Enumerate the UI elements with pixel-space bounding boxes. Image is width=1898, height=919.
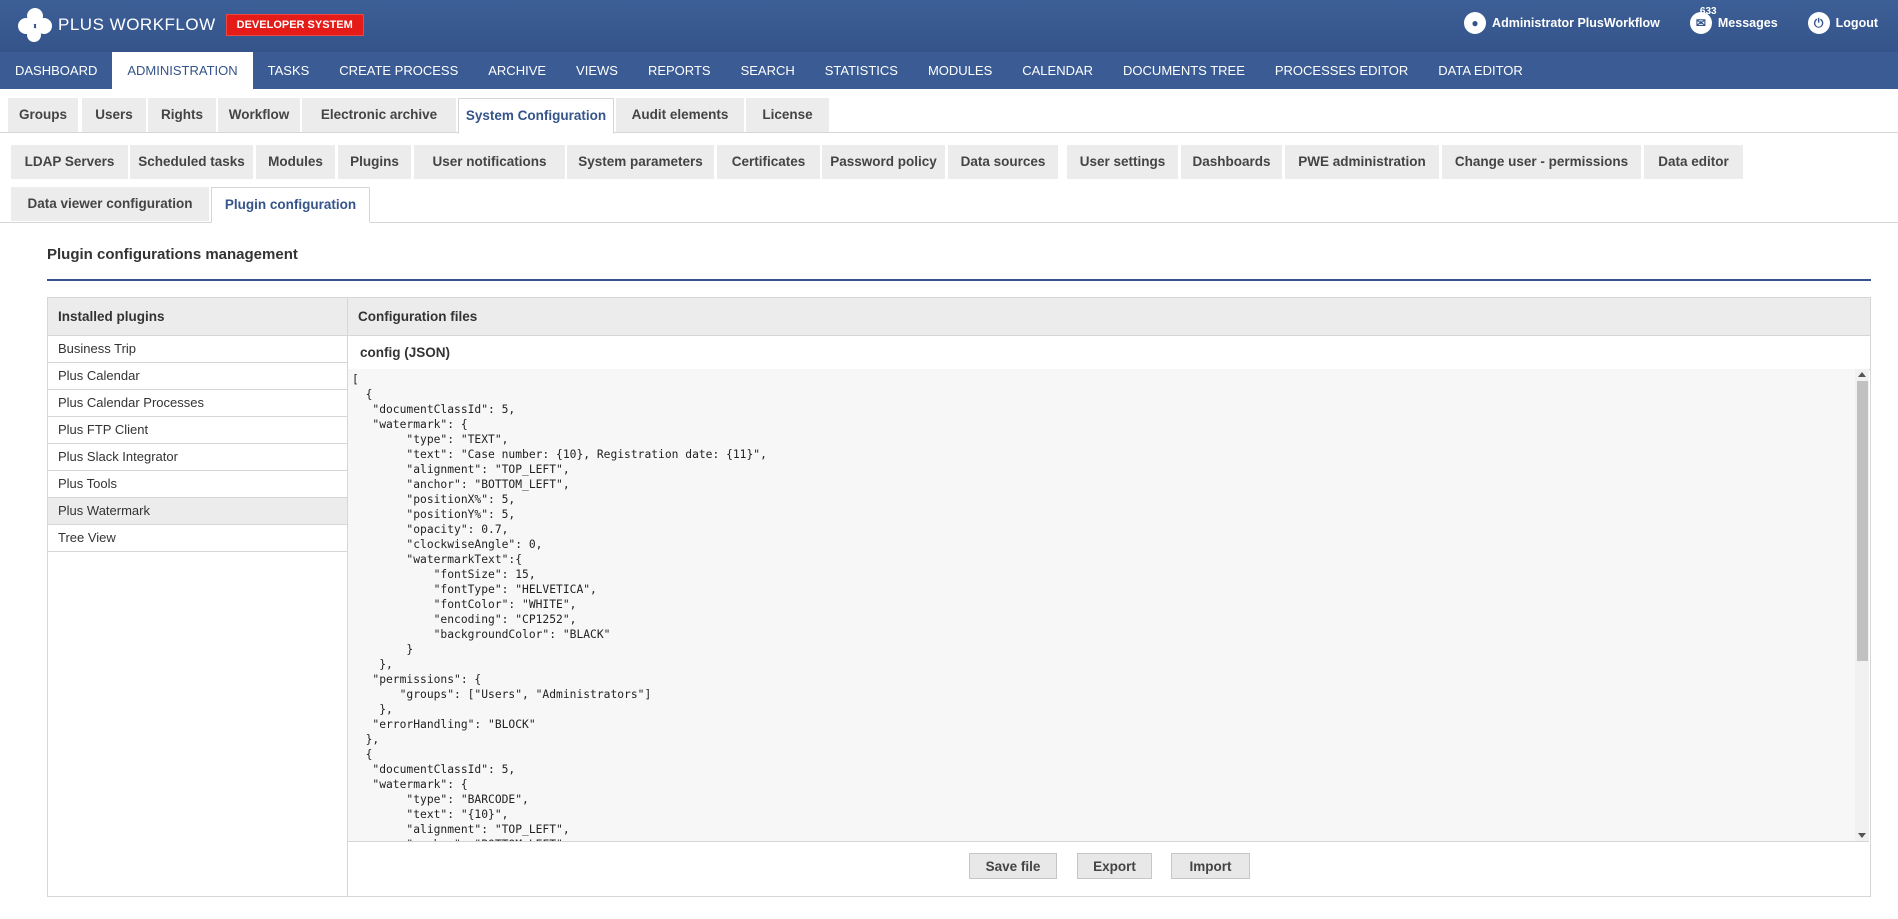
tab-groups[interactable]: Groups bbox=[8, 98, 78, 132]
tab-user-settings[interactable]: User settings bbox=[1067, 145, 1178, 179]
plugin-item-plus-ftp-client[interactable]: Plus FTP Client bbox=[48, 417, 347, 444]
user-icon: ● bbox=[1464, 12, 1487, 34]
tab-plugin-configuration[interactable]: Plugin configuration bbox=[211, 187, 370, 223]
tab-user-notifications[interactable]: User notifications bbox=[414, 145, 565, 179]
logout-label: Logout bbox=[1835, 16, 1878, 30]
config-file-label: config (JSON) bbox=[348, 336, 1870, 370]
plugin-item-plus-calendar[interactable]: Plus Calendar bbox=[48, 363, 347, 390]
messages-label: Messages bbox=[1717, 16, 1778, 30]
nav-search[interactable]: SEARCH bbox=[726, 52, 810, 89]
tab-users[interactable]: Users bbox=[82, 98, 146, 132]
plugin-item-plus-slack-integrator[interactable]: Plus Slack Integrator bbox=[48, 444, 347, 471]
save-file-button[interactable]: Save file bbox=[969, 853, 1057, 879]
nav-dashboard[interactable]: DASHBOARD bbox=[0, 52, 112, 89]
file-actions: Save file Export Import bbox=[348, 841, 1869, 897]
nav-create-process[interactable]: CREATE PROCESS bbox=[324, 52, 473, 89]
messages-link[interactable]: ✉ 633 Messages bbox=[1689, 6, 1778, 34]
tab-ldap-servers[interactable]: LDAP Servers bbox=[11, 145, 128, 179]
nav-tasks[interactable]: TASKS bbox=[253, 52, 325, 89]
tab-workflow[interactable]: Workflow bbox=[218, 98, 300, 132]
plugin-item-plus-watermark[interactable]: Plus Watermark bbox=[48, 498, 347, 525]
tab-change-user-permissions[interactable]: Change user - permissions bbox=[1442, 145, 1641, 179]
tab-electronic-archive[interactable]: Electronic archive bbox=[302, 98, 456, 132]
scroll-down-arrow-icon[interactable] bbox=[1858, 833, 1866, 838]
tab-rights[interactable]: Rights bbox=[148, 98, 216, 132]
nav-data-editor[interactable]: DATA EDITOR bbox=[1423, 52, 1538, 89]
power-icon: ⏻ bbox=[1807, 12, 1830, 34]
nav-statistics[interactable]: STATISTICS bbox=[810, 52, 913, 89]
nav-processes-editor[interactable]: PROCESSES EDITOR bbox=[1260, 52, 1423, 89]
brand-name: PLUS WORKFLOW bbox=[58, 15, 216, 34]
installed-plugins-header: Installed plugins bbox=[48, 298, 347, 336]
logo[interactable]: PLUS WORKFLOW DEVELOPER SYSTEM bbox=[18, 8, 364, 42]
tab-dashboards[interactable]: Dashboards bbox=[1181, 145, 1282, 179]
user-menu[interactable]: ● Administrator PlusWorkflow bbox=[1464, 12, 1660, 34]
export-button[interactable]: Export bbox=[1077, 853, 1152, 879]
tab-certificates[interactable]: Certificates bbox=[717, 145, 820, 179]
plugin-item-plus-tools[interactable]: Plus Tools bbox=[48, 471, 347, 498]
nav-views[interactable]: VIEWS bbox=[561, 52, 633, 89]
tab-system-configuration[interactable]: System Configuration bbox=[458, 98, 614, 134]
plugin-item-plus-calendar-processes[interactable]: Plus Calendar Processes bbox=[48, 390, 347, 417]
installed-plugins-panel: Installed plugins Business Trip Plus Cale… bbox=[47, 297, 348, 897]
nav-modules[interactable]: MODULES bbox=[913, 52, 1007, 89]
user-name: Administrator PlusWorkflow bbox=[1492, 16, 1660, 30]
tab-system-parameters[interactable]: System parameters bbox=[567, 145, 714, 179]
import-button[interactable]: Import bbox=[1171, 853, 1250, 879]
plugin-item-tree-view[interactable]: Tree View bbox=[48, 525, 347, 552]
config-json-text[interactable]: [ { "documentClassId": 5, "watermark": {… bbox=[348, 369, 1869, 841]
title-divider bbox=[47, 279, 1871, 281]
system-configuration-tabs: LDAP Servers Scheduled tasks Modules Plugin… bbox=[0, 137, 1898, 223]
nav-archive[interactable]: ARCHIVE bbox=[473, 52, 561, 89]
nav-calendar[interactable]: CALENDAR bbox=[1007, 52, 1108, 89]
nav-administration[interactable]: ADMINISTRATION bbox=[112, 52, 253, 89]
config-json-editor[interactable]: [ { "documentClassId": 5, "watermark": {… bbox=[348, 369, 1869, 841]
plugin-item-business-trip[interactable]: Business Trip bbox=[48, 336, 347, 363]
nav-reports[interactable]: REPORTS bbox=[633, 52, 726, 89]
top-bar: PLUS WORKFLOW DEVELOPER SYSTEM ● Adminis… bbox=[0, 0, 1898, 52]
nav-documents-tree[interactable]: DOCUMENTS TREE bbox=[1108, 52, 1260, 89]
messages-count: 633 bbox=[1699, 6, 1717, 17]
tab-modules[interactable]: Modules bbox=[256, 145, 335, 179]
tab-pwe-administration[interactable]: PWE administration bbox=[1285, 145, 1439, 179]
scroll-up-arrow-icon[interactable] bbox=[1858, 372, 1866, 377]
plugin-list: Business Trip Plus Calendar Plus Calendar … bbox=[48, 336, 347, 552]
tab-data-viewer-configuration[interactable]: Data viewer configuration bbox=[11, 187, 209, 221]
tab-password-policy[interactable]: Password policy bbox=[822, 145, 945, 179]
scrollbar-thumb[interactable] bbox=[1857, 381, 1868, 661]
tab-data-editor[interactable]: Data editor bbox=[1644, 145, 1743, 179]
tab-plugins[interactable]: Plugins bbox=[338, 145, 411, 179]
configuration-files-panel: Configuration files config (JSON) [ { "d… bbox=[348, 297, 1871, 897]
administration-tabs: Groups Users Rights Workflow Electronic arch… bbox=[0, 89, 1898, 134]
configuration-files-header: Configuration files bbox=[348, 298, 1870, 336]
tab-license[interactable]: License bbox=[746, 98, 829, 132]
main-navigation: DASHBOARD ADMINISTRATION TASKS CREATE PROCE… bbox=[0, 52, 1898, 89]
developer-system-badge: DEVELOPER SYSTEM bbox=[225, 14, 364, 36]
tab-data-sources[interactable]: Data sources bbox=[948, 145, 1058, 179]
editor-scrollbar[interactable] bbox=[1855, 369, 1869, 841]
plusworkflow-logo-icon bbox=[18, 8, 52, 42]
logout-button[interactable]: ⏻ Logout bbox=[1807, 12, 1878, 34]
tab-scheduled-tasks[interactable]: Scheduled tasks bbox=[130, 145, 253, 179]
tab-audit-elements[interactable]: Audit elements bbox=[616, 98, 744, 132]
envelope-icon: ✉ 633 bbox=[1689, 6, 1717, 34]
page-title: Plugin configurations management bbox=[47, 246, 298, 263]
